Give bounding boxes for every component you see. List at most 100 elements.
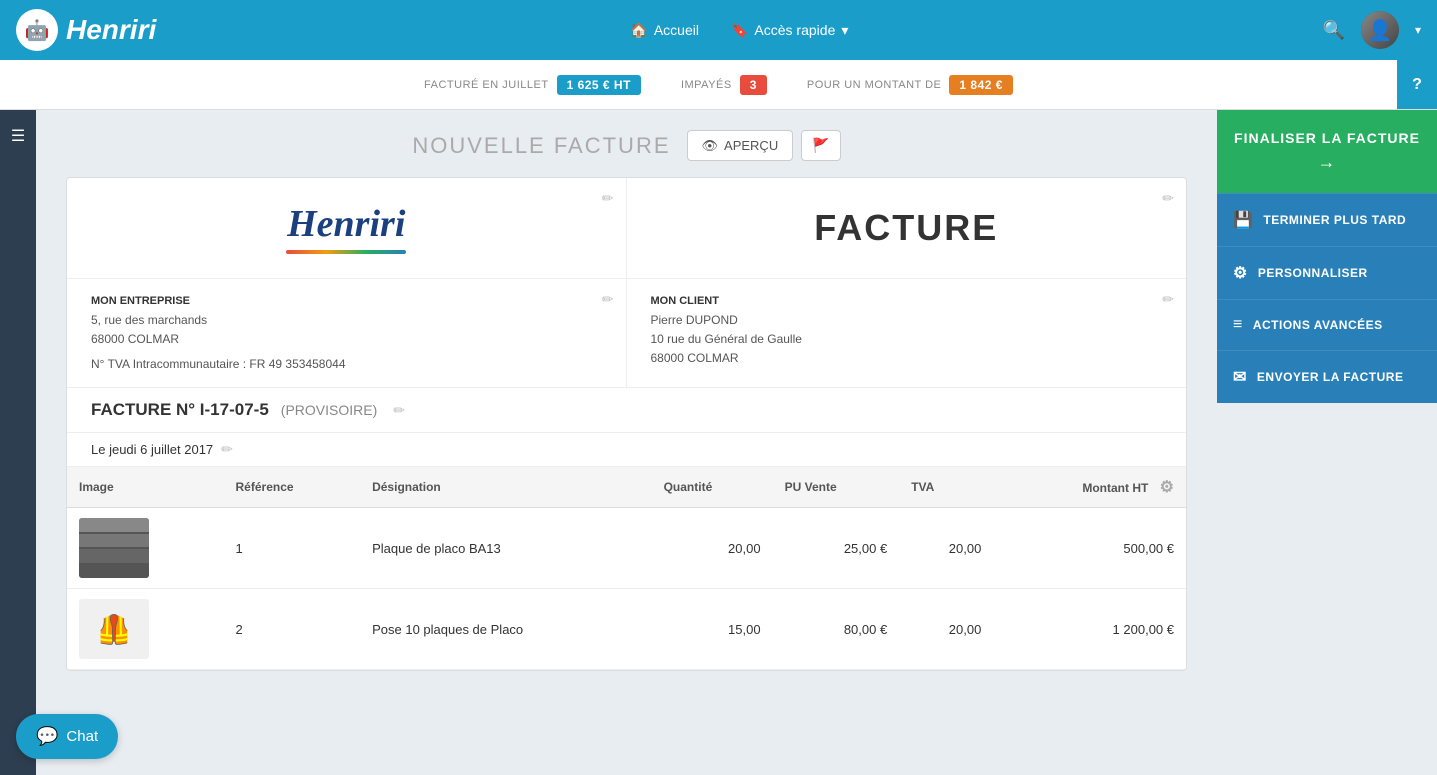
table-settings-icon[interactable]: ⚙ [1160, 479, 1174, 496]
nav-accueil[interactable]: 🏠 Accueil [630, 22, 699, 39]
montant-value: 1 842 € [949, 75, 1013, 95]
topnav-right: 🔍 👤 ▾ [1323, 11, 1421, 49]
row2-reference: 2 [224, 589, 361, 670]
chat-bubble[interactable]: 💬 Chat [16, 714, 118, 759]
chat-icon: 💬 [36, 726, 58, 747]
montant-label: POUR UN MONTANT DE [807, 79, 942, 91]
table-header-row: Image Référence Désignation Quantité PU [67, 467, 1186, 508]
nav-acces-rapide[interactable]: 🔖 Accès rapide ▾ [731, 22, 848, 39]
col-designation: Désignation [360, 467, 652, 508]
client-name: Pierre DUPOND [651, 313, 738, 327]
envoyer-facture-button[interactable]: ✉ ENVOYER LA FACTURE [1217, 350, 1437, 403]
chat-label: Chat [66, 728, 98, 745]
row2-montant-ht: 1 200,00 € [993, 589, 1186, 670]
invoice-status: (PROVISOIRE) [281, 402, 377, 418]
col-reference: Référence [224, 467, 361, 508]
number-edit-icon[interactable]: ✏ [393, 402, 405, 419]
row1-designation: Plaque de placo BA13 [360, 508, 652, 589]
hamburger-icon[interactable]: ☰ [3, 118, 33, 154]
impayes-label: IMPAYÉS [681, 79, 732, 91]
product-image-cell: 🦺 [67, 589, 224, 670]
invoice-big-title: FACTURE [814, 207, 998, 249]
content-area: NOUVELLE FACTURE 👁 APERÇU 🚩 ✏ Henriri [36, 110, 1217, 775]
apercu-label: APERÇU [724, 138, 778, 153]
help-icon: ? [1412, 76, 1422, 94]
terminer-plus-tard-button[interactable]: 💾 TERMINER PLUS TARD [1217, 193, 1437, 246]
company-label: MON ENTREPRISE [91, 295, 602, 307]
settings-icon: ⚙ [1233, 263, 1248, 283]
facture-juillet-value: 1 625 € HT [557, 75, 641, 95]
bookmark-icon: 🔖 [731, 22, 748, 39]
col-montant-ht: Montant HT ⚙ [993, 467, 1186, 508]
finaliser-arrow: → [1318, 152, 1337, 173]
impayes: IMPAYÉS 3 [681, 75, 767, 95]
table-row: 🦺 2 Pose 10 plaques de Placo 15,00 80,00… [67, 589, 1186, 670]
invoice-table: Image Référence Désignation Quantité PU [67, 467, 1186, 670]
client-address: ✏ MON CLIENT Pierre DUPOND 10 rue du Gén… [627, 279, 1187, 387]
col-quantite: Quantité [652, 467, 773, 508]
client-label: MON CLIENT [651, 295, 1163, 307]
invoice-card: ✏ Henriri ✏ FACTURE ✏ MON ENTREPRISE [66, 177, 1187, 671]
avatar[interactable]: 👤 [1361, 11, 1399, 49]
bookmark-button[interactable]: 🚩 [801, 130, 840, 161]
personnaliser-button[interactable]: ⚙ PERSONNALISER [1217, 246, 1437, 299]
actions-avancees-button[interactable]: ≡ ACTIONS AVANCÉES [1217, 299, 1437, 350]
logo-underline [286, 250, 406, 254]
date-edit-icon[interactable]: ✏ [221, 441, 233, 458]
logo-text-henriri: Henriri [287, 202, 405, 246]
client-edit-icon[interactable]: ✏ [1162, 291, 1174, 308]
company-address-text: 5, rue des marchands 68000 COLMAR [91, 311, 602, 349]
avatar-image: 👤 [1361, 11, 1399, 49]
row2-tva: 20,00 [899, 589, 993, 670]
flag-icon: 🚩 [812, 137, 829, 153]
logo-text: Henriri [66, 14, 156, 46]
logo-edit-icon[interactable]: ✏ [602, 190, 614, 207]
facture-juillet: FACTURÉ EN JUILLET 1 625 € HT [424, 75, 641, 95]
info-bar: FACTURÉ EN JUILLET 1 625 € HT IMPAYÉS 3 … [0, 60, 1437, 110]
invoice-date-row: Le jeudi 6 juillet 2017 ✏ [67, 433, 1186, 467]
client-address-text: Pierre DUPOND 10 rue du Général de Gaull… [651, 311, 1163, 369]
page-actions: 👁 APERÇU 🚩 [687, 130, 841, 161]
logo[interactable]: 🤖 Henriri [16, 9, 156, 51]
montant: POUR UN MONTANT DE 1 842 € [807, 75, 1013, 95]
personnaliser-label: PERSONNALISER [1258, 266, 1368, 280]
title-edit-icon[interactable]: ✏ [1162, 190, 1174, 207]
row1-quantite: 20,00 [652, 508, 773, 589]
user-menu-chevron[interactable]: ▾ [1415, 23, 1421, 37]
nav-accueil-label: Accueil [654, 22, 699, 38]
henriri-logo: Henriri [91, 202, 602, 254]
company-edit-icon[interactable]: ✏ [602, 291, 614, 308]
row1-tva: 20,00 [899, 508, 993, 589]
company-tva: N° TVA Intracommunautaire : FR 49 353458… [91, 357, 602, 371]
list-icon: ≡ [1233, 316, 1243, 334]
invoice-title-section: ✏ FACTURE [627, 178, 1187, 278]
finaliser-button[interactable]: FINALISER LA FACTURE → [1217, 110, 1437, 193]
col-tva: TVA [899, 467, 993, 508]
logo-icon: 🤖 [16, 9, 58, 51]
invoice-number-row: FACTURE N° I-17-07-5 (PROVISOIRE) ✏ [67, 388, 1186, 433]
search-icon[interactable]: 🔍 [1323, 20, 1345, 41]
company-street: 5, rue des marchands [91, 313, 207, 327]
nav-acces-rapide-label: Accès rapide [754, 22, 835, 38]
actions-avancees-label: ACTIONS AVANCÉES [1253, 318, 1383, 332]
main-layout: ☰ NOUVELLE FACTURE 👁 APERÇU 🚩 ✏ [0, 110, 1437, 775]
company-city: 68000 COLMAR [91, 332, 179, 346]
envoyer-label: ENVOYER LA FACTURE [1257, 370, 1404, 384]
help-button[interactable]: ? [1397, 60, 1437, 109]
eye-icon: 👁 [702, 138, 719, 154]
impayes-count: 3 [740, 75, 767, 95]
row2-pu-vente: 80,00 € [773, 589, 900, 670]
product-image-placo [79, 518, 149, 578]
row1-montant-ht: 500,00 € [993, 508, 1186, 589]
table-row: 1 Plaque de placo BA13 20,00 25,00 € 20,… [67, 508, 1186, 589]
invoice-addresses: ✏ MON ENTREPRISE 5, rue des marchands 68… [67, 279, 1186, 388]
topnav-links: 🏠 Accueil 🔖 Accès rapide ▾ [156, 22, 1322, 39]
right-sidebar: FINALISER LA FACTURE → 💾 TERMINER PLUS T… [1217, 110, 1437, 775]
product-image-worker: 🦺 [79, 599, 149, 659]
apercu-button[interactable]: 👁 APERÇU [687, 130, 794, 161]
chevron-down-icon: ▾ [841, 22, 848, 39]
row2-designation: Pose 10 plaques de Placo [360, 589, 652, 670]
invoice-date: Le jeudi 6 juillet 2017 [91, 442, 213, 457]
home-icon: 🏠 [630, 22, 647, 39]
page-title: NOUVELLE FACTURE [412, 133, 670, 159]
